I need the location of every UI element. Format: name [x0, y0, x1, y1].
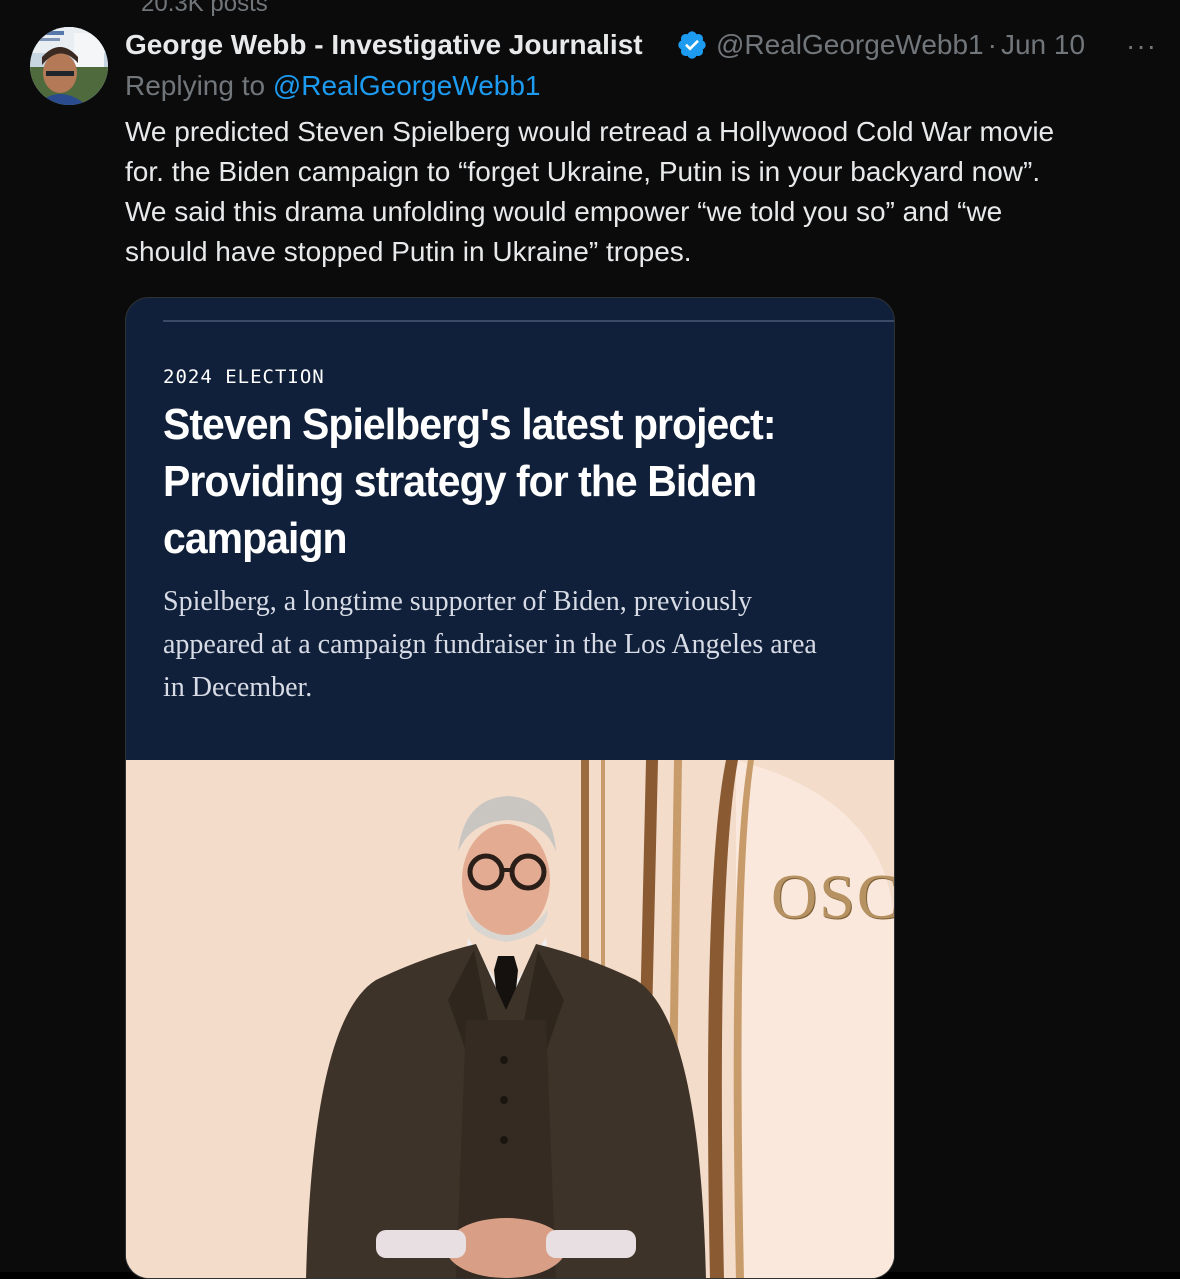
- deck-line: in December.: [163, 672, 313, 703]
- tweet-text-line: should have stopped Putin in Ukraine” tr…: [125, 236, 692, 267]
- tweet-text-line: We predicted Steven Spielberg would retr…: [125, 116, 1055, 147]
- verified-badge-icon[interactable]: [676, 29, 708, 61]
- deck-line: appeared at a campaign fundraiser in the…: [163, 629, 817, 660]
- post-count: 20.3K posts: [141, 0, 268, 17]
- headline-line: Providing strategy for the Biden: [163, 457, 757, 506]
- display-name[interactable]: George Webb - Investigative Journalist: [125, 29, 670, 61]
- tweet-header: George Webb - Investigative Journalist @…: [125, 26, 1085, 64]
- article-card[interactable]: 2024 ELECTION Steven Spielberg's latest …: [125, 297, 895, 1279]
- tweet-date[interactable]: Jun 10: [1001, 29, 1085, 61]
- reply-mention-link[interactable]: @RealGeorgeWebb1: [273, 70, 541, 101]
- tweet-text-line: for. the Biden campaign to “forget Ukrai…: [125, 156, 1041, 187]
- tweet-text: We predicted Steven Spielberg would retr…: [125, 112, 1155, 272]
- tweet-text-line: We said this drama unfolding would empow…: [125, 196, 1003, 227]
- separator-dot: ·: [987, 29, 997, 60]
- article-kicker: 2024 ELECTION: [163, 366, 325, 388]
- oscars-sign: OSC: [771, 861, 894, 932]
- article-photo[interactable]: OSC: [126, 760, 894, 1278]
- headline-line: campaign: [163, 514, 348, 563]
- replying-to-label: Replying to: [125, 70, 273, 101]
- article-deck: Spielberg, a longtime supporter of Biden…: [163, 580, 883, 709]
- replying-to: Replying to @RealGeorgeWebb1: [125, 70, 541, 102]
- card-divider: [163, 320, 894, 322]
- more-options-icon[interactable]: ···: [1126, 30, 1157, 62]
- article-headline: Steven Spielberg's latest project: Provi…: [163, 396, 814, 567]
- headline-line: Steven Spielberg's latest project:: [163, 400, 777, 449]
- avatar[interactable]: [30, 27, 108, 105]
- deck-line: Spielberg, a longtime supporter of Biden…: [163, 586, 752, 617]
- top-bar: 20.3K posts: [0, 0, 1180, 24]
- user-handle[interactable]: @RealGeorgeWebb1: [716, 29, 984, 61]
